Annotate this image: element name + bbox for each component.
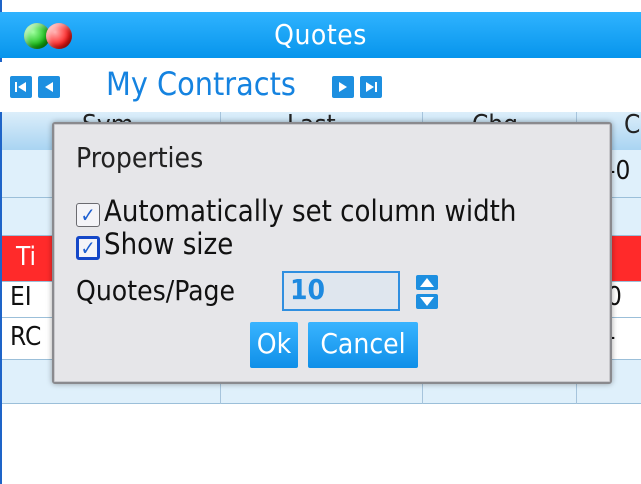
row-cell: EI bbox=[10, 282, 32, 312]
column-header[interactable]: C bbox=[624, 110, 640, 140]
dialog-title: Properties bbox=[76, 141, 204, 174]
spinner-up-icon[interactable] bbox=[416, 275, 438, 290]
cancel-button[interactable]: Cancel bbox=[308, 322, 418, 368]
window-title: Quotes bbox=[274, 18, 367, 51]
row-cell: Ti bbox=[16, 242, 36, 272]
auto-column-width-label: Automatically set column width bbox=[104, 194, 517, 228]
title-bar: Quotes bbox=[0, 12, 641, 58]
first-page-icon[interactable] bbox=[10, 76, 32, 98]
show-size-label: Show size bbox=[104, 227, 234, 261]
next-page-icon[interactable] bbox=[332, 76, 354, 98]
auto-column-width-checkbox[interactable]: ✓ bbox=[76, 203, 100, 227]
quotes-per-page-input[interactable]: 10 bbox=[282, 271, 400, 311]
quotes-per-page-label: Quotes/Page bbox=[76, 274, 236, 307]
row-cell: RC bbox=[10, 322, 42, 352]
nav-bar: My Contracts bbox=[0, 62, 641, 112]
properties-dialog: Properties ✓ Automatically set column wi… bbox=[52, 122, 612, 384]
show-size-checkbox[interactable]: ✓ bbox=[76, 236, 100, 260]
last-page-icon[interactable] bbox=[360, 76, 382, 98]
quotes-per-page-spinner[interactable] bbox=[416, 275, 438, 309]
contracts-title: My Contracts bbox=[106, 65, 296, 103]
spinner-down-icon[interactable] bbox=[416, 294, 438, 309]
previous-page-icon[interactable] bbox=[38, 76, 60, 98]
ok-button[interactable]: Ok bbox=[250, 322, 298, 368]
